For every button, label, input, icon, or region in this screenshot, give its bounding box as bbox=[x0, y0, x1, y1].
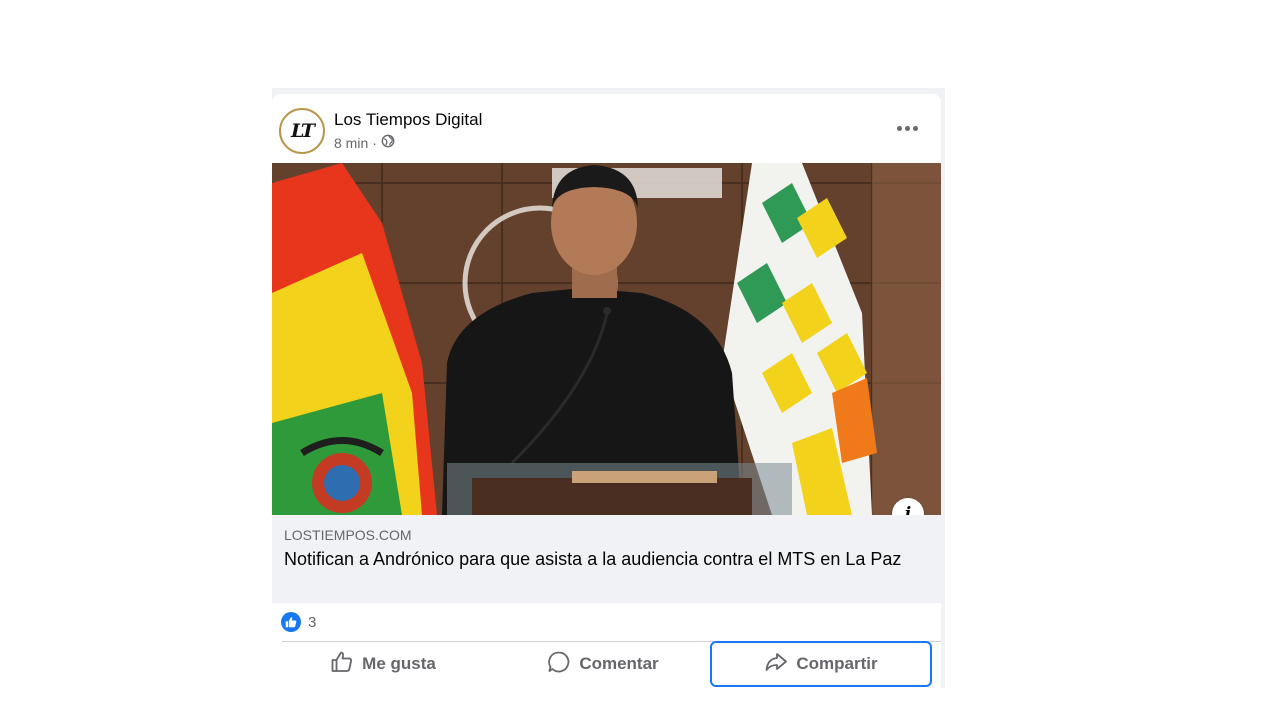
thumbs-up-icon bbox=[330, 650, 354, 679]
link-domain: LOSTIEMPOS.COM bbox=[284, 527, 412, 543]
like-icon bbox=[281, 612, 301, 632]
post-time[interactable]: 8 min bbox=[334, 135, 368, 151]
like-button[interactable]: Me gusta bbox=[274, 642, 492, 686]
avatar[interactable]: LT bbox=[279, 108, 325, 154]
avatar-logo-text: LT bbox=[291, 120, 315, 142]
action-bar: Me gusta Comentar Compartir bbox=[272, 641, 941, 688]
reactions-bar[interactable]: 3 bbox=[272, 603, 941, 643]
page-name[interactable]: Los Tiempos Digital bbox=[334, 110, 482, 130]
like-label: Me gusta bbox=[362, 654, 436, 673]
comment-icon bbox=[547, 650, 571, 679]
more-options-button[interactable] bbox=[889, 118, 925, 138]
globe-icon bbox=[381, 134, 395, 151]
comment-button[interactable]: Comentar bbox=[494, 642, 712, 686]
more-dot bbox=[896, 125, 902, 131]
more-dot bbox=[904, 125, 910, 131]
link-headline[interactable]: Notifican a Andrónico para que asista a … bbox=[284, 548, 914, 571]
share-button[interactable]: Compartir bbox=[710, 641, 932, 687]
share-icon bbox=[764, 650, 788, 679]
post-meta: 8 min · bbox=[334, 134, 395, 151]
reaction-count[interactable]: 3 bbox=[308, 614, 316, 631]
more-dot bbox=[912, 125, 918, 131]
meta-separator: · bbox=[372, 134, 377, 151]
comment-label: Comentar bbox=[579, 654, 659, 673]
post-header: LT Los Tiempos Digital 8 min · bbox=[272, 94, 941, 163]
link-preview[interactable]: LOSTIEMPOS.COM Notifican a Andrónico par… bbox=[272, 515, 941, 603]
article-image[interactable] bbox=[272, 163, 941, 515]
post-card: LT Los Tiempos Digital 8 min · i LOSTIEM… bbox=[272, 94, 941, 688]
share-label: Compartir bbox=[796, 654, 878, 673]
